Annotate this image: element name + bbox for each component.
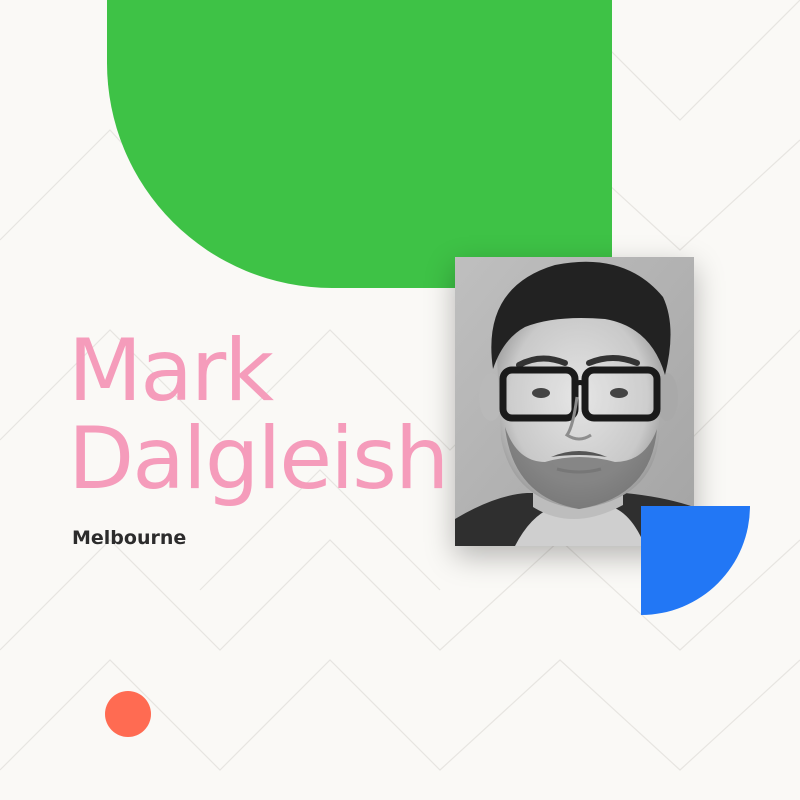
speaker-name: Mark Dalgleish	[68, 321, 449, 509]
orange-dot	[105, 691, 151, 737]
portrait-photo-icon	[455, 257, 694, 546]
speaker-photo	[455, 257, 694, 546]
speaker-last-name: Dalgleish	[68, 409, 449, 509]
speaker-card: Mark Dalgleish Melbourne	[0, 0, 800, 800]
speaker-first-name: Mark	[68, 321, 274, 421]
speaker-location: Melbourne	[72, 527, 187, 549]
